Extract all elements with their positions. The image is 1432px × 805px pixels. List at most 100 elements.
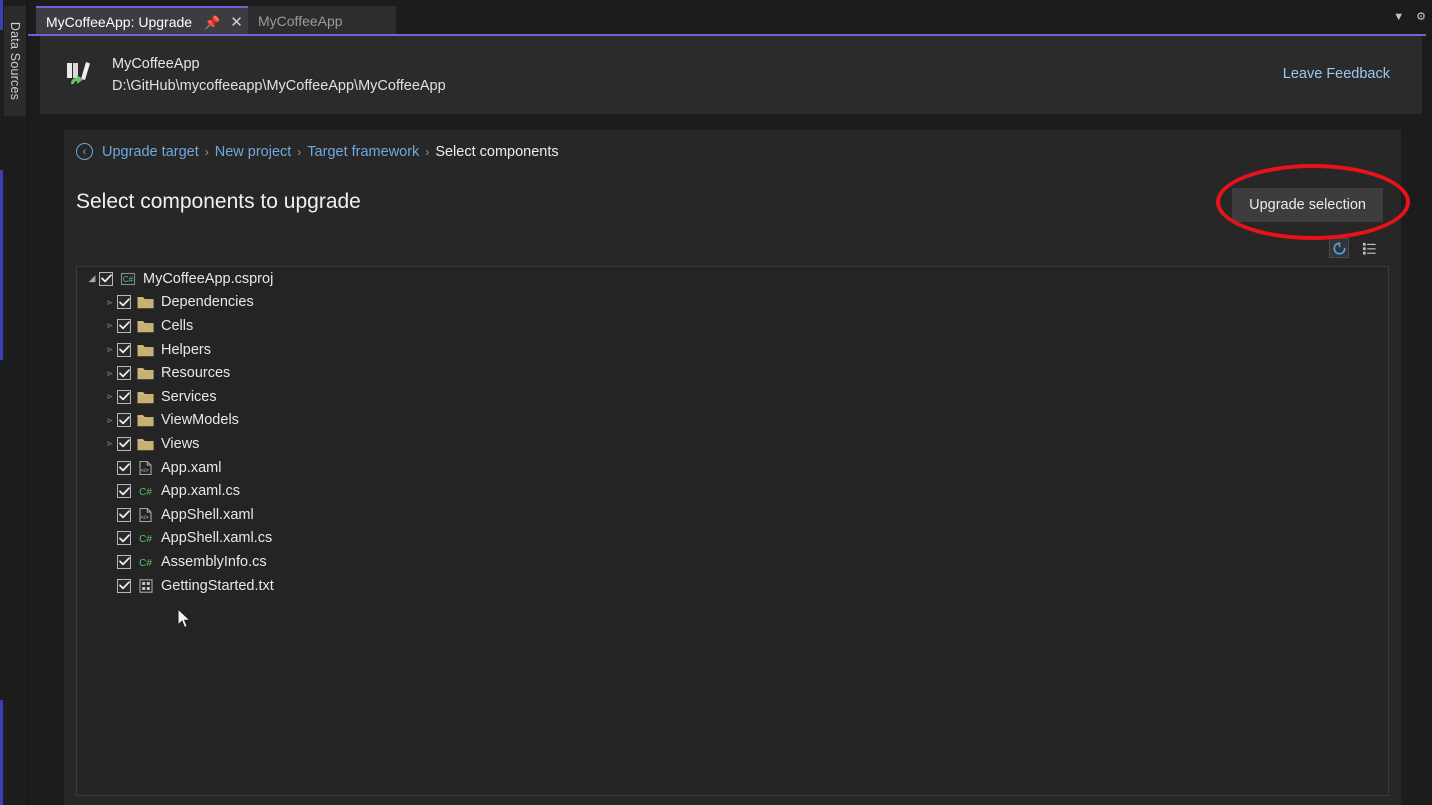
leave-feedback-link[interactable]: Leave Feedback (1283, 66, 1390, 82)
tree-row[interactable]: ▹ Services (77, 385, 1388, 409)
tree-row[interactable]: GettingStarted.txt (77, 574, 1388, 598)
tree-row[interactable]: ◢ C# MyCoffeeApp.csproj (77, 267, 1388, 291)
text-file-icon (137, 578, 154, 594)
tree-checkbox[interactable] (117, 342, 131, 357)
tree-checkbox[interactable] (117, 366, 131, 381)
tree-checkbox[interactable] (117, 413, 131, 428)
tree-checkbox[interactable] (117, 507, 131, 522)
dock-accent-middle (0, 170, 3, 360)
tab-mycoffeeapp[interactable]: MyCoffeeApp (248, 6, 396, 36)
breadcrumb-item-upgrade-target[interactable]: Upgrade target (102, 144, 199, 160)
expand-arrow-icon-closed[interactable]: ▹ (103, 438, 117, 449)
tree-checkbox[interactable] (99, 271, 113, 286)
tree-row-label: ViewModels (161, 412, 239, 429)
dock-tab-data-sources[interactable]: Data Sources (4, 6, 26, 116)
expand-arrow-icon-closed[interactable]: ▹ (103, 415, 117, 426)
tree-row[interactable]: ▹ Views (77, 432, 1388, 456)
chevron-down-icon[interactable]: ▼ (1393, 12, 1404, 23)
upgrade-assistant-icon (62, 57, 98, 93)
tree-checkbox[interactable] (117, 531, 131, 546)
tree-row-label: App.xaml.cs (161, 483, 240, 500)
tree-checkbox[interactable] (117, 460, 131, 475)
component-tree[interactable]: ◢ C# MyCoffeeApp.csproj ▹ Dependencies ▹ Cells… (76, 266, 1389, 796)
breadcrumb-separator: › (425, 144, 430, 159)
tree-row-label: AppShell.xaml.cs (161, 530, 273, 547)
tab-label: MyCoffeeApp: Upgrade (46, 14, 193, 30)
pin-icon[interactable]: 📌 (204, 16, 220, 29)
svg-text:</>: </> (141, 515, 149, 521)
tree-row-label: Dependencies (161, 294, 254, 311)
expand-arrow-icon-open[interactable]: ◢ (85, 273, 99, 284)
tab-mycoffeeapp-upgrade[interactable]: MyCoffeeApp: Upgrade 📌 ✕ (36, 6, 253, 36)
tree-row[interactable]: </> AppShell.xaml (77, 503, 1388, 527)
tree-checkbox[interactable] (117, 389, 131, 404)
dock-accent-bottom (0, 700, 3, 805)
tree-checkbox[interactable] (117, 436, 131, 451)
tree-checkbox[interactable] (117, 578, 131, 593)
xaml-file-icon: </> (137, 460, 154, 476)
tree-row[interactable]: C# AppShell.xaml.cs (77, 527, 1388, 551)
project-header: MyCoffeeApp D:\GitHub\mycoffeeapp\MyCoff… (40, 36, 1422, 114)
left-dock: Data Sources (0, 0, 28, 805)
breadcrumb-item-target-framework[interactable]: Target framework (307, 144, 419, 160)
folder-icon (137, 390, 154, 404)
project-name: MyCoffeeApp (112, 56, 200, 72)
tree-row[interactable]: ▹ ViewModels (77, 409, 1388, 433)
upgrade-selection-button[interactable]: Upgrade selection (1232, 188, 1383, 222)
tree-checkbox[interactable] (117, 295, 131, 310)
svg-text:C#: C# (139, 558, 152, 569)
tree-row-label: AppShell.xaml (161, 506, 254, 523)
folder-icon (137, 437, 154, 451)
project-meta: MyCoffeeApp D:\GitHub\mycoffeeapp\MyCoff… (112, 53, 446, 97)
tree-row[interactable]: C# AssemblyInfo.cs (77, 550, 1388, 574)
svg-text:C#: C# (139, 487, 152, 498)
xaml-file-icon: </> (137, 507, 154, 523)
breadcrumb-item-new-project[interactable]: New project (215, 144, 292, 160)
back-arrow-icon[interactable]: ‹ (76, 143, 93, 160)
breadcrumb-item-select-components: Select components (435, 143, 559, 160)
tree-row-label: Helpers (161, 341, 211, 358)
svg-text:C#: C# (139, 534, 152, 545)
tree-row-label: Views (161, 435, 200, 452)
svg-text:</>: </> (141, 468, 149, 474)
tree-row[interactable]: ▹ Cells (77, 314, 1388, 338)
tree-checkbox[interactable] (117, 554, 131, 569)
tree-row-label: AssemblyInfo.cs (161, 553, 267, 570)
expand-arrow-icon-closed[interactable]: ▹ (103, 320, 117, 331)
tab-strip: MyCoffeeApp: Upgrade 📌 ✕ MyCoffeeApp (28, 0, 1432, 36)
tree-toolbar (1329, 238, 1379, 258)
close-icon[interactable]: ✕ (230, 15, 243, 30)
tree-row-label: Services (161, 388, 217, 405)
tree-row[interactable]: ▹ Helpers (77, 338, 1388, 362)
svg-text:C#: C# (122, 275, 133, 284)
list-details-icon[interactable] (1359, 238, 1379, 258)
expand-arrow-icon-closed[interactable]: ▹ (103, 391, 117, 402)
breadcrumb-separator: › (297, 144, 302, 159)
csharp-project-icon: C# (119, 271, 136, 287)
folder-icon (137, 413, 154, 427)
tree-row-label: MyCoffeeApp.csproj (143, 270, 274, 287)
tree-checkbox[interactable] (117, 318, 131, 333)
refresh-icon[interactable] (1329, 238, 1349, 258)
tree-row[interactable]: </> App.xaml (77, 456, 1388, 480)
folder-icon (137, 343, 154, 357)
dock-divider (27, 0, 28, 805)
tree-row[interactable]: ▹ Dependencies (77, 291, 1388, 315)
folder-icon (137, 295, 154, 309)
tree-row-label: Resources (161, 365, 231, 382)
dock-accent-top (0, 0, 3, 30)
folder-icon (137, 319, 154, 333)
tab-label: MyCoffeeApp (258, 13, 343, 29)
expand-arrow-icon-closed[interactable]: ▹ (103, 368, 117, 379)
window-controls: ▼ ⚙ (1393, 12, 1426, 23)
dock-tab-label: Data Sources (8, 21, 23, 101)
breadcrumb: ‹ Upgrade target › New project › Target … (76, 143, 559, 160)
csharp-file-icon: C# (137, 483, 154, 499)
expand-arrow-icon-closed[interactable]: ▹ (103, 344, 117, 355)
tree-row[interactable]: C# App.xaml.cs (77, 479, 1388, 503)
tree-row[interactable]: ▹ Resources (77, 361, 1388, 385)
gear-icon[interactable]: ⚙ (1416, 12, 1426, 23)
tree-checkbox[interactable] (117, 484, 131, 499)
tree-row-label: App.xaml (161, 459, 222, 476)
expand-arrow-icon-closed[interactable]: ▹ (103, 297, 117, 308)
